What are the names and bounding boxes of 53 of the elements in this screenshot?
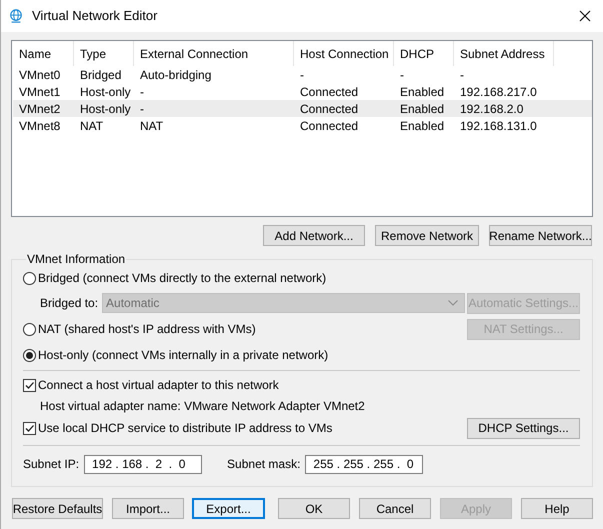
checkmark-icon — [24, 422, 35, 434]
checkbox-option[interactable]: Use local DHCP service to distribute IP address to VMs — [23, 419, 332, 437]
radio-option[interactable]: NAT (shared host's IP address with VMs) — [23, 320, 256, 338]
checkmark-icon — [24, 380, 35, 390]
table-cell-text: Connected — [299, 101, 360, 118]
field-label: Subnet mask: — [227, 456, 300, 473]
subnet-ip-field[interactable]: 192 . 168 . 2 . 0 — [84, 454, 202, 474]
globe-icon — [9, 9, 23, 23]
export-button[interactable]: Export... — [192, 498, 266, 519]
table-cell-text: NAT — [139, 118, 164, 135]
table-cell-text: 192.168.131.0 — [459, 118, 538, 135]
help-button[interactable]: Help — [521, 498, 594, 519]
table-cell-text: 192.168.2.0 — [459, 101, 524, 118]
rename-network-button[interactable]: Rename Network... — [489, 225, 592, 246]
table-cell-text: Host-only — [79, 84, 132, 101]
field-label: Subnet IP: — [23, 456, 80, 473]
window-title: Virtual Network Editor — [32, 7, 158, 26]
table-cell-text: - — [459, 67, 465, 84]
radio-option[interactable]: Host-only (connect VMs internally in a private network) — [23, 346, 328, 364]
table-cell-text: - — [299, 67, 305, 84]
remove-network-button[interactable]: Remove Network — [375, 225, 479, 246]
checkbox-option[interactable]: Connect a host virtual adapter to this network — [23, 376, 279, 394]
radio-option[interactable]: Bridged (connect VMs directly to the external network) — [23, 269, 326, 287]
group-title: VMnet Information — [26, 252, 126, 266]
field-label: Bridged to: — [40, 295, 98, 312]
table-cell-text: - — [399, 67, 405, 84]
chevron-down-icon — [448, 300, 458, 306]
table-cell-text: - — [139, 101, 145, 118]
table-cell-text: NAT — [79, 118, 104, 135]
table-cell-text: VMnet0 — [18, 67, 62, 84]
subnet-mask-field[interactable]: 255 . 255 . 255 . 0 — [305, 454, 424, 474]
add-network-button[interactable]: Add Network... — [263, 225, 365, 246]
table-cell-text: Auto-bridging — [139, 67, 212, 84]
table-cell-text: VMnet2 — [18, 101, 62, 118]
table-cell-text: Connected — [299, 118, 360, 135]
cancel-button[interactable]: Cancel — [359, 498, 432, 519]
table-cell-text: Connected — [299, 84, 360, 101]
adapter-name-text: Host virtual adapter name: VMware Network Adapter VMnet2 — [40, 398, 365, 415]
table-cell-text: - — [139, 84, 145, 101]
table-cell-text: Host-only — [79, 101, 132, 118]
table-row[interactable]: VMnet2 Host-only - Connected Enabled 192.168.2.0 — [13, 100, 592, 117]
close-icon — [579, 10, 591, 22]
table-cell-text: VMnet8 — [18, 118, 62, 135]
table-cell-text: Enabled — [399, 84, 446, 101]
table-cell-text: Bridged — [79, 67, 122, 84]
dhcp-settings-button[interactable]: DHCP Settings... — [467, 418, 580, 438]
table-cell-text: Enabled — [399, 101, 446, 118]
table-cell-text: Enabled — [399, 118, 446, 135]
ok-button[interactable]: OK — [278, 498, 350, 519]
import-button[interactable]: Import... — [112, 498, 184, 519]
table-cell-text: VMnet1 — [18, 84, 62, 101]
table-cell-text: 192.168.217.0 — [459, 84, 538, 101]
restore-defaults-button[interactable]: Restore Defaults — [12, 498, 103, 519]
